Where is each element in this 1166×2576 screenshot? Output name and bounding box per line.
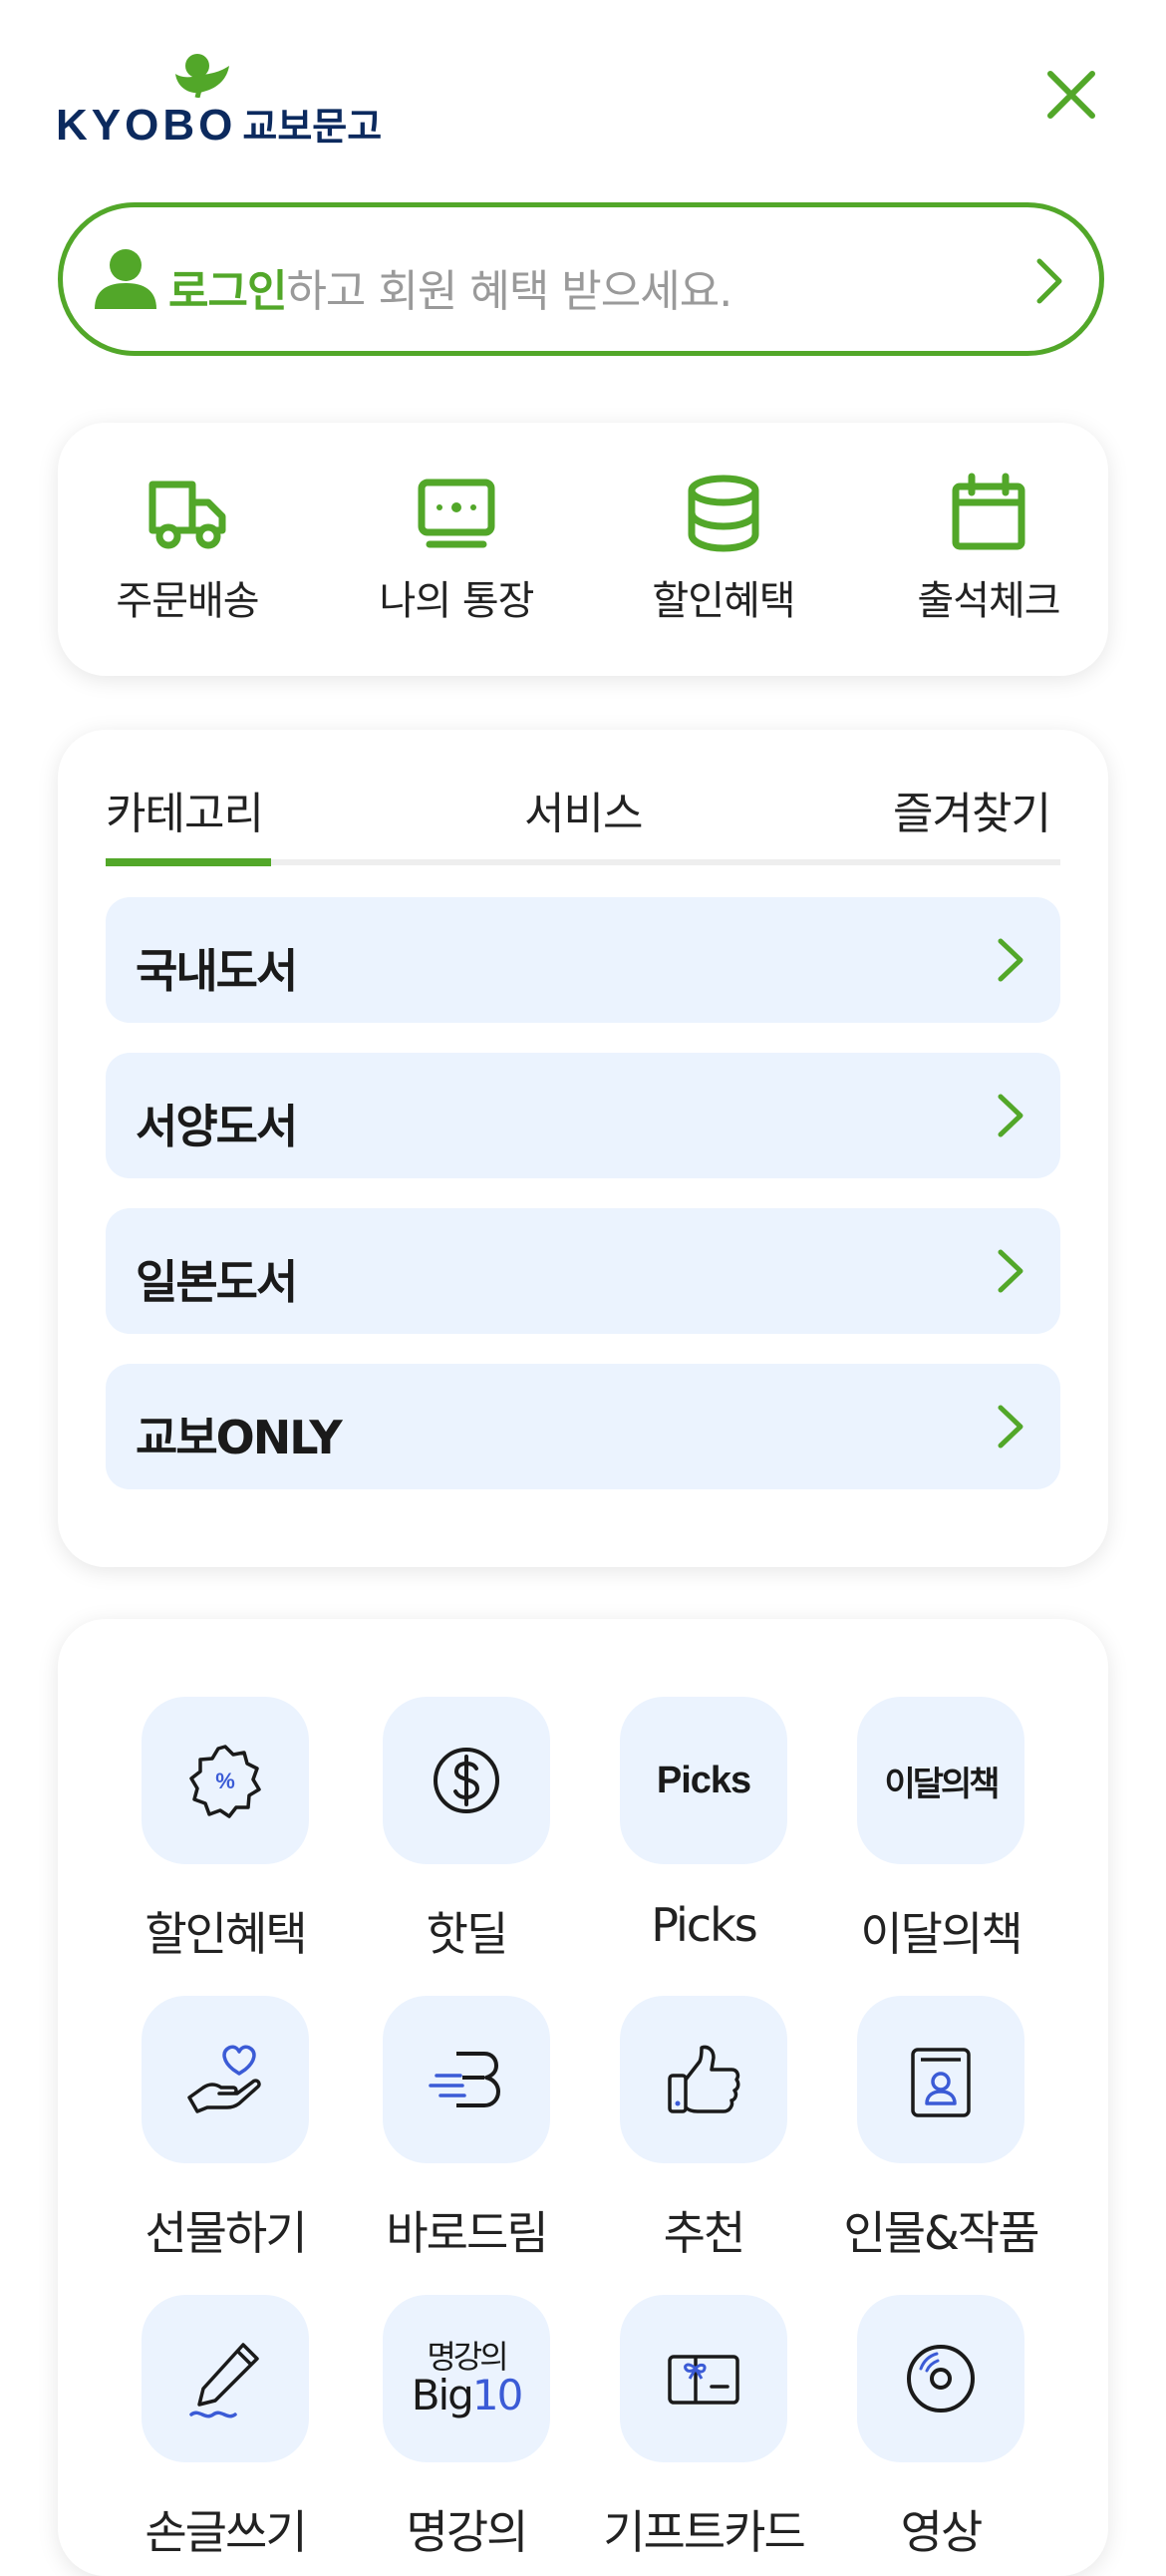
service-book-of-month[interactable]: 이달의책 이달의책 [821,1697,1060,1964]
service-label: 인물&작품 [843,2206,1039,2260]
logo-sprout-icon [175,54,229,98]
passbook-icon [418,479,495,548]
category-row-kyobo-only[interactable]: 교보ONLY [106,1364,1060,1489]
chevron-right-icon [1036,258,1062,304]
service-icon-box [857,1996,1024,2163]
service-icon-box [383,1697,550,1864]
service-label: Picks [651,1898,757,1952]
quick-label: 나의 통장 [379,578,535,624]
service-icon-box [142,2295,309,2462]
category-label: 교보ONLY [136,1411,343,1464]
service-label: 선물하기 [145,2206,307,2260]
book-of-month-text-icon: 이달의책 [884,1764,1000,1804]
service-label: 추천 [663,2206,746,2260]
login-rest: 하고 회원 혜택 받으세요. [286,266,732,317]
calendar-icon [952,473,1025,550]
service-label: 영상 [900,2505,984,2559]
dollar-coin-icon [434,1748,499,1813]
coins-icon [688,475,759,552]
thumbs-up-icon [668,2045,740,2113]
gift-hand-heart-icon [187,2045,261,2113]
logo-wordmark: KYOBO 교보문고 [56,96,382,151]
service-person-work[interactable]: 인물&작품 [821,1996,1060,2263]
service-discount[interactable]: % 할인혜택 [106,1697,345,1964]
service-hotdeal[interactable]: 핫딜 [347,1697,586,1964]
chevron-right-icon [998,1249,1023,1293]
user-icon [95,249,156,309]
gift-card-icon [668,2355,739,2405]
person-book-icon [911,2048,971,2117]
service-lecture[interactable]: 명강의 Big10 명강의 [347,2295,586,2562]
service-video[interactable]: 영상 [821,2295,1060,2562]
logo-kr: 교보문고 [242,105,383,149]
tab-service[interactable]: 서비스 [524,778,643,841]
big10-line1: 명강의 [427,2338,508,2376]
service-label: 명강의 [406,2505,529,2559]
service-picks[interactable]: Picks Picks [584,1697,823,1952]
service-gift[interactable]: 선물하기 [106,1996,345,2263]
service-icon-box [620,1996,787,2163]
service-icon-box: 명강의 Big10 [383,2295,550,2462]
login-prompt: 로그인하고 회원 혜택 받으세요. [168,255,732,319]
service-icon-box [142,1996,309,2163]
quick-item-passbook[interactable]: 나의 통장 [337,473,576,626]
service-label: 손글쓰기 [145,2505,307,2559]
service-icon-box [857,2295,1024,2462]
header: KYOBO 교보문고 [0,0,1166,189]
category-label: 서양도서 [136,1100,298,1153]
chevron-right-icon [998,1405,1023,1449]
quick-item-attendance[interactable]: 출석체크 [869,473,1108,626]
service-label: 핫딜 [426,1907,509,1961]
service-gift-card[interactable]: 기프트카드 [584,2295,823,2562]
service-label: 바로드림 [386,2206,548,2260]
login-highlight: 로그인 [168,266,287,317]
services-card: % 할인혜택 핫딜 Picks Picks 이달의책 이달의책 선물하기 바로드… [58,1619,1108,2576]
service-label: 이달의책 [860,1907,1022,1961]
tab-bar: 카테고리 서비스 즐겨찾기 [106,778,1060,849]
quick-label: 출석체크 [917,578,1060,624]
big10-number: 10 [471,2371,523,2419]
service-baro-dream[interactable]: 바로드림 [347,1996,586,2263]
big10-big: Big [411,2371,474,2419]
pen-handwriting-icon [189,2343,259,2418]
category-label: 일본도서 [136,1255,298,1309]
quick-menu-card: 주문배송 나의 통장 할인혜택 출석체크 [58,423,1108,676]
category-row-domestic[interactable]: 국내도서 [106,897,1060,1023]
category-label: 국내도서 [136,944,298,998]
baro-dream-icon [429,2052,500,2107]
picks-text-icon: Picks [656,1759,751,1801]
tab-favorites[interactable]: 즐겨찾기 [893,778,1051,841]
service-recommend[interactable]: 추천 [584,1996,823,2263]
close-icon[interactable] [1036,60,1106,130]
service-icon-box: Picks [620,1697,787,1864]
service-handwriting[interactable]: 손글쓰기 [106,2295,345,2562]
truck-icon [148,481,226,549]
logo-en: KYOBO [56,101,237,150]
category-card: 카테고리 서비스 즐겨찾기 국내도서 서양도서 일본도서 교보ONLY [58,730,1108,1567]
service-icon-box: % [142,1697,309,1864]
discount-badge-icon: % [189,1745,261,1818]
login-banner[interactable]: 로그인하고 회원 혜택 받으세요. [58,202,1104,356]
quick-label: 할인혜택 [652,578,795,624]
chevron-right-icon [998,938,1023,982]
chevron-right-icon [998,1094,1023,1137]
service-icon-box: 이달의책 [857,1697,1024,1864]
disc-icon [907,2345,975,2413]
service-icon-box [383,1996,550,2163]
service-label: 기프트카드 [603,2505,806,2559]
quick-item-discount[interactable]: 할인혜택 [604,473,843,626]
service-label: 할인혜택 [145,1907,307,1961]
category-row-japanese[interactable]: 일본도서 [106,1208,1060,1334]
category-row-western[interactable]: 서양도서 [106,1053,1060,1178]
active-tab-indicator [106,858,271,866]
big10-line2: Big10 [412,2375,524,2416]
tab-category[interactable]: 카테고리 [106,778,264,841]
tab-underline [106,858,1060,866]
service-icon-box [620,2295,787,2462]
quick-item-order-delivery[interactable]: 주문배송 [68,473,307,626]
svg-text:%: % [215,1769,235,1793]
kyobo-logo[interactable]: KYOBO 교보문고 [56,52,382,152]
big10-text-icon: 명강의 Big10 [412,2338,524,2416]
quick-label: 주문배송 [116,578,259,624]
